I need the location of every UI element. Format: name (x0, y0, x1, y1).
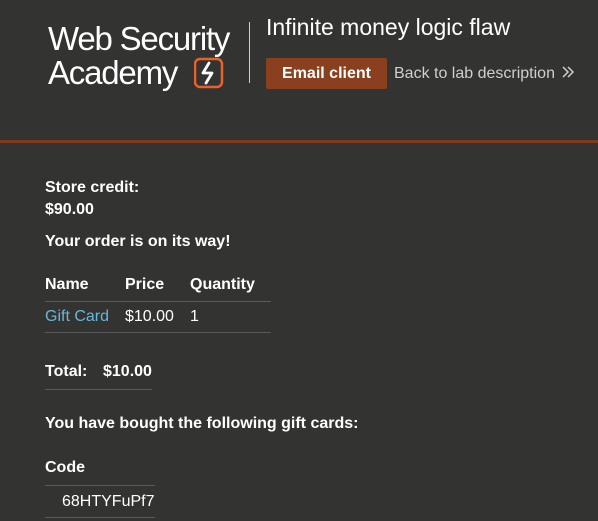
item-price-cell: $10.00 (125, 301, 190, 333)
email-client-button[interactable]: Email client (266, 58, 387, 89)
item-name-cell: Gift Card (45, 301, 125, 333)
column-header-quantity: Quantity (190, 276, 271, 302)
back-link-label: Back to lab description (394, 65, 555, 82)
gift-card-codes-table: Code 68HTYFuPf7 (45, 459, 155, 518)
page-header: Web Security Academy Infinite money logi… (0, 0, 598, 143)
gift-card-link[interactable]: Gift Card (45, 308, 109, 325)
order-table-header-row: Name Price Quantity (45, 276, 271, 302)
back-to-lab-description-link[interactable]: Back to lab description (394, 58, 575, 89)
gift-cards-message: You have bought the following gift cards… (45, 415, 359, 432)
order-total: Total: $10.00 (45, 363, 152, 390)
gift-card-code: 68HTYFuPf7 (45, 485, 155, 518)
total-label: Total: (45, 363, 103, 390)
total-row: Total: $10.00 (45, 363, 152, 390)
order-confirmation-message: Your order is on its way! (45, 233, 231, 250)
item-quantity-cell: 1 (190, 301, 271, 333)
double-chevron-right-icon (562, 66, 575, 78)
column-header-price: Price (125, 276, 190, 302)
table-row: 68HTYFuPf7 (45, 485, 155, 518)
lightning-bolt-icon (194, 57, 224, 89)
lab-title: Infinite money logic flaw (266, 14, 511, 40)
header-divider (249, 22, 250, 83)
order-table: Name Price Quantity Gift Card $10.00 1 (45, 276, 271, 333)
web-security-academy-logo[interactable]: Web Security Academy (46, 22, 248, 92)
code-table-header-row: Code (45, 459, 155, 486)
column-header-name: Name (45, 276, 125, 302)
table-row: Gift Card $10.00 1 (45, 301, 271, 333)
column-header-code: Code (45, 459, 155, 486)
store-credit-label: Store credit: (45, 179, 140, 196)
logo-text-line1: Web Security (48, 20, 230, 57)
logo-text-line2: Academy (48, 54, 178, 91)
total-value: $10.00 (103, 363, 152, 390)
store-credit-value: $90.00 (45, 201, 94, 218)
